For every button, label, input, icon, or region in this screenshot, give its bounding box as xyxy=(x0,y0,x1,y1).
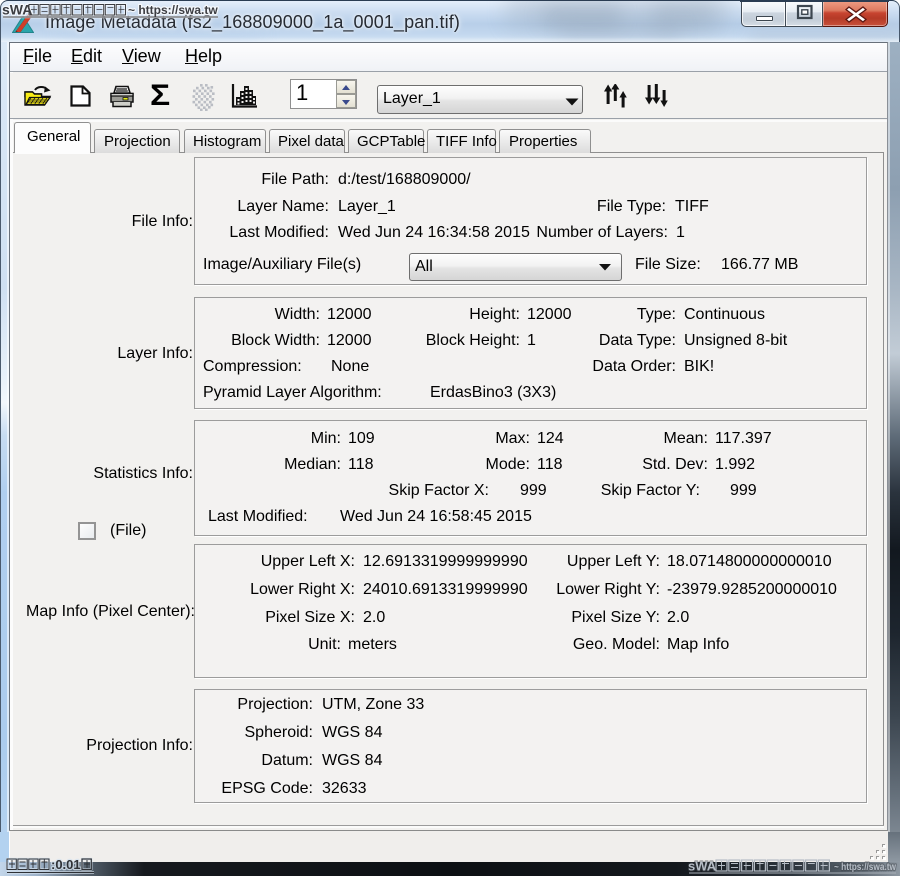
svg-text::0.01: :0.01 xyxy=(51,857,81,872)
svg-text:sWA: sWA xyxy=(2,2,32,18)
svg-text:~ https://swa.tw: ~ https://swa.tw xyxy=(128,3,218,17)
svg-text:sWA: sWA xyxy=(688,859,717,874)
svg-text:~ https://swa.tw: ~ https://swa.tw xyxy=(834,861,897,873)
